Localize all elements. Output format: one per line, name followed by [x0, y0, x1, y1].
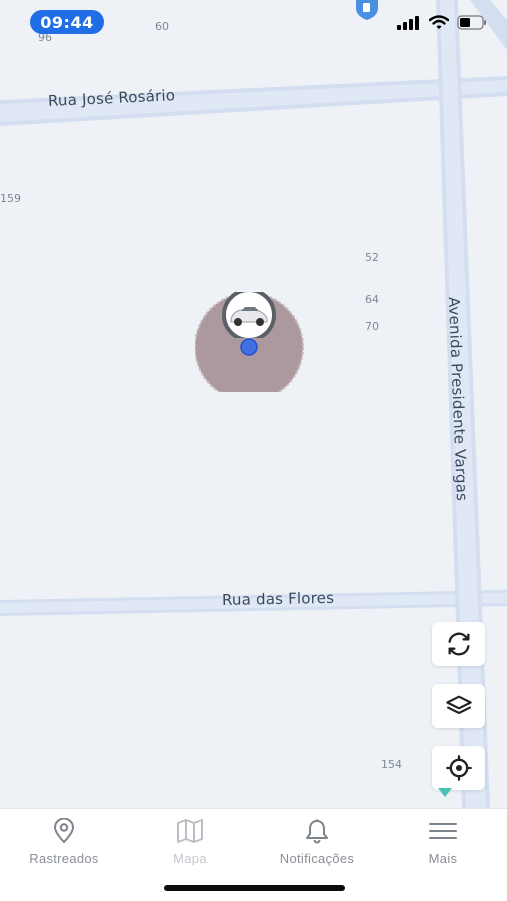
battery-icon	[457, 15, 486, 30]
nav-item-rastreados[interactable]: Rastreados	[1, 817, 127, 866]
map-marker-icon	[438, 788, 452, 797]
nav-item-mais[interactable]: Mais	[380, 817, 506, 866]
map-icon	[177, 819, 203, 843]
wifi-icon	[429, 15, 449, 29]
map-pin-icon	[53, 818, 75, 844]
refresh-button[interactable]	[432, 622, 485, 666]
street-label-flores: Rua das Flores	[221, 588, 335, 609]
my-location-button[interactable]	[432, 746, 485, 790]
status-bar: 09:44	[0, 0, 507, 44]
bell-icon	[306, 819, 328, 844]
locate-icon	[445, 755, 472, 781]
address-number: 64	[365, 293, 379, 306]
status-time: 09:44	[30, 10, 104, 34]
nav-item-mapa[interactable]: Mapa	[127, 817, 253, 866]
cellular-signal-icon	[397, 15, 419, 30]
car-avatar-icon	[222, 292, 276, 338]
address-number: 52	[365, 251, 379, 264]
home-indicator	[164, 885, 345, 891]
map-view[interactable]: Rua José Rosário Rua das Flores Avenida …	[0, 0, 507, 808]
status-icons	[397, 15, 487, 30]
nav-item-notificacoes[interactable]: Notificações	[254, 817, 380, 866]
refresh-icon	[448, 632, 469, 656]
address-number: 70	[365, 320, 379, 333]
layers-icon	[445, 695, 472, 715]
nav-label: Mapa	[173, 851, 207, 866]
address-number: 159	[0, 192, 21, 205]
nav-label: Mais	[428, 851, 458, 866]
menu-icon	[429, 823, 457, 839]
map-layers-button[interactable]	[432, 684, 485, 728]
road-network	[0, 0, 507, 808]
address-number: 154	[381, 758, 402, 771]
nav-label: Rastreados	[29, 851, 99, 866]
nav-label: Notificações	[279, 851, 355, 866]
tracked-vehicle-marker[interactable]	[194, 292, 305, 402]
